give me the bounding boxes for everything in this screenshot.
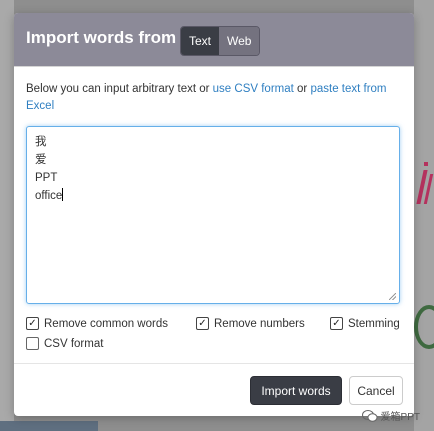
text-caret bbox=[62, 188, 64, 201]
option-label: Remove common words bbox=[44, 317, 168, 330]
import-words-dialog: Import words from Text Web Below you can… bbox=[14, 13, 414, 416]
textarea-line: 爱 bbox=[35, 154, 47, 166]
wechat-icon bbox=[361, 409, 378, 422]
resize-grip-icon[interactable] bbox=[389, 293, 396, 300]
tab-text[interactable]: Text bbox=[181, 27, 220, 55]
cancel-button[interactable]: Cancel bbox=[349, 376, 403, 405]
option-stemming[interactable]: ✓ Stemming bbox=[330, 317, 400, 330]
option-label: Remove numbers bbox=[214, 317, 305, 330]
background-decoration bbox=[424, 162, 428, 166]
watermark-text: 爱箱PPT bbox=[380, 412, 420, 423]
watermark: 爱箱PPT bbox=[361, 408, 420, 423]
words-textarea[interactable]: 我爱 PPT office bbox=[26, 126, 400, 304]
option-label: CSV format bbox=[44, 337, 104, 350]
tab-web[interactable]: Web bbox=[219, 27, 260, 55]
textarea-line: office bbox=[35, 190, 63, 202]
checkbox-checked-icon[interactable]: ✓ bbox=[330, 317, 343, 330]
option-remove-common-words[interactable]: ✓ Remove common words bbox=[26, 317, 168, 330]
textarea-line: PPT bbox=[35, 172, 58, 184]
background-right bbox=[414, 0, 434, 431]
import-words-button[interactable]: Import words bbox=[250, 376, 342, 405]
dialog-title: Import words from bbox=[26, 28, 177, 47]
dialog-footer: Import words Cancel bbox=[14, 363, 414, 416]
intro-text: Below you can input arbitrary text or us… bbox=[26, 81, 406, 115]
checkbox-checked-icon[interactable]: ✓ bbox=[196, 317, 209, 330]
checkbox-checked-icon[interactable]: ✓ bbox=[26, 317, 39, 330]
option-remove-numbers[interactable]: ✓ Remove numbers bbox=[196, 317, 305, 330]
intro-text-before: Below you can input arbitrary text or bbox=[26, 83, 213, 95]
intro-text-middle: or bbox=[293, 83, 311, 95]
source-tabs: Text Web bbox=[180, 26, 261, 56]
background-decoration bbox=[0, 421, 98, 431]
csv-format-link[interactable]: use CSV format bbox=[213, 83, 294, 95]
background-left bbox=[0, 0, 14, 431]
option-csv-format[interactable]: CSV format bbox=[26, 337, 103, 350]
dialog-header: Import words from Text Web bbox=[14, 13, 414, 67]
option-label: Stemming bbox=[348, 317, 400, 330]
background-decoration bbox=[418, 170, 432, 204]
checkbox-unchecked-icon[interactable] bbox=[26, 337, 39, 350]
textarea-line: 我 bbox=[35, 136, 47, 148]
